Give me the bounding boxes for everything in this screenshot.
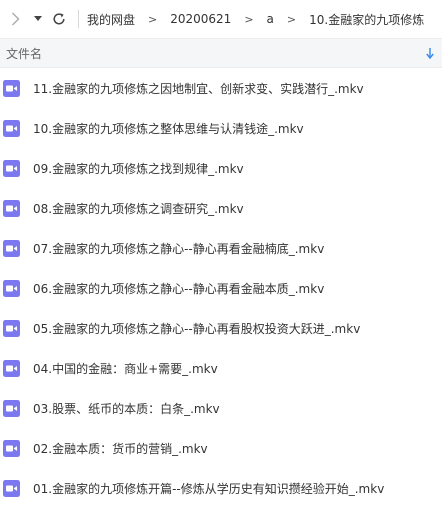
refresh-icon[interactable]	[48, 0, 70, 38]
list-item[interactable]: 03.股票、纸币的本质：白条_.mkv	[0, 388, 442, 428]
file-name: 04.中国的金融：商业+需要_.mkv	[33, 361, 218, 376]
file-name: 01.金融家的九项修炼开篇--修炼从学历史有知识攒经验开始_.mkv	[33, 481, 385, 496]
list-item[interactable]: 02.金融本质：货币的营销_.mkv	[0, 428, 442, 468]
caret-down-icon[interactable]	[30, 0, 46, 38]
column-header-filename[interactable]: 文件名	[6, 45, 42, 62]
list-item[interactable]: 01.金融家的九项修炼开篇--修炼从学历史有知识攒经验开始_.mkv	[0, 468, 442, 508]
video-file-icon	[3, 439, 20, 457]
file-name: 03.股票、纸币的本质：白条_.mkv	[33, 401, 220, 416]
chevron-right-icon[interactable]	[2, 0, 28, 38]
file-name: 11.金融家的九项修炼之因地制宜、创新求变、实践潜行_.mkv	[33, 81, 364, 96]
breadcrumb-item-date-folder[interactable]: 20200621	[170, 12, 231, 26]
video-file-icon	[3, 319, 20, 337]
file-name: 06.金融家的九项修炼之静心--静心再看金融本质_.mkv	[33, 281, 325, 296]
file-list: 11.金融家的九项修炼之因地制宜、创新求变、实践潜行_.mkv 10.金融家的九项…	[0, 68, 442, 508]
file-name: 08.金融家的九项修炼之调查研究_.mkv	[33, 201, 244, 216]
breadcrumb-item-current-folder[interactable]: 10.金融家的九项修炼	[309, 11, 424, 28]
breadcrumb-separator: >	[148, 12, 158, 26]
video-file-icon	[3, 119, 20, 137]
sort-down-arrow-icon[interactable]	[426, 47, 434, 59]
breadcrumb-item-a-folder[interactable]: a	[267, 12, 274, 26]
breadcrumb-separator: >	[286, 12, 297, 26]
video-file-icon	[3, 479, 20, 497]
list-item[interactable]: 10.金融家的九项修炼之整体思维与认清钱途_.mkv	[0, 108, 442, 148]
toolbar: 我的网盘 > 20200621 > a > 10.金融家的九项修炼	[0, 0, 442, 38]
breadcrumb-item-root[interactable]: 我的网盘	[87, 11, 135, 28]
breadcrumb-separator: >	[244, 12, 254, 26]
file-list-header: 文件名	[0, 38, 442, 68]
file-name: 02.金融本质：货币的营销_.mkv	[33, 441, 208, 456]
list-item[interactable]: 06.金融家的九项修炼之静心--静心再看金融本质_.mkv	[0, 268, 442, 308]
list-item[interactable]: 07.金融家的九项修炼之静心--静心再看金融楠底_.mkv	[0, 228, 442, 268]
list-item[interactable]: 11.金融家的九项修炼之因地制宜、创新求变、实践潜行_.mkv	[0, 68, 442, 108]
video-file-icon	[3, 79, 20, 97]
video-file-icon	[3, 279, 20, 297]
file-name: 05.金融家的九项修炼之静心--静心再看股权投资大跃进_.mkv	[33, 321, 361, 336]
video-file-icon	[3, 359, 20, 377]
file-name: 07.金融家的九项修炼之静心--静心再看金融楠底_.mkv	[33, 241, 325, 256]
video-file-icon	[3, 159, 20, 177]
list-item[interactable]: 09.金融家的九项修炼之找到规律_.mkv	[0, 148, 442, 188]
list-item[interactable]: 08.金融家的九项修炼之调查研究_.mkv	[0, 188, 442, 228]
breadcrumb: 我的网盘 > 20200621 > a > 10.金融家的九项修炼	[87, 11, 424, 28]
list-item[interactable]: 04.中国的金融：商业+需要_.mkv	[0, 348, 442, 388]
video-file-icon	[3, 199, 20, 217]
toolbar-divider	[78, 10, 79, 28]
video-file-icon	[3, 399, 20, 417]
video-file-icon	[3, 239, 20, 257]
file-name: 10.金融家的九项修炼之整体思维与认清钱途_.mkv	[33, 121, 304, 136]
file-name: 09.金融家的九项修炼之找到规律_.mkv	[33, 161, 244, 176]
list-item[interactable]: 05.金融家的九项修炼之静心--静心再看股权投资大跃进_.mkv	[0, 308, 442, 348]
